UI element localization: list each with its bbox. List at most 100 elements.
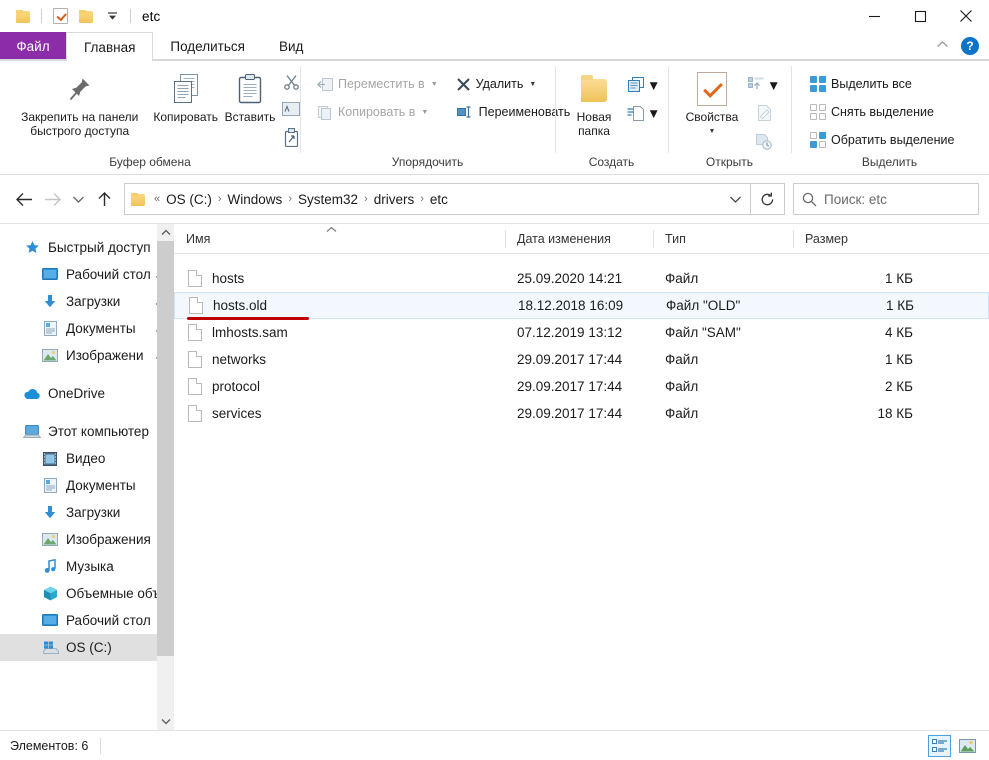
pin-to-quick-access-button[interactable]: Закрепить на панели быстрого доступа — [6, 67, 153, 138]
table-row[interactable]: networks 29.09.2017 17:44 Файл 1 КБ — [174, 346, 989, 373]
copy-path-button[interactable] — [282, 97, 300, 121]
open-with-button[interactable]: ▼ — [748, 73, 780, 97]
new-item-button[interactable]: ▼ — [627, 73, 660, 97]
paste-button[interactable]: Вставить — [218, 67, 282, 124]
tab-view[interactable]: Вид — [262, 32, 320, 60]
nav-scroll-up-icon[interactable] — [157, 224, 174, 241]
copy-to-button[interactable]: Копировать в ▼ — [312, 99, 443, 125]
qat-customize-dropdown-icon[interactable] — [99, 3, 125, 29]
close-button[interactable] — [943, 0, 989, 32]
tab-home[interactable]: Главная — [66, 32, 154, 61]
minimize-button[interactable] — [851, 0, 897, 32]
table-row[interactable]: hosts 25.09.2020 14:21 Файл 1 КБ — [174, 265, 989, 292]
recent-locations-button[interactable] — [66, 184, 90, 214]
move-to-caret-icon[interactable]: ▼ — [431, 81, 438, 88]
nav-item-pictures-pc[interactable]: Изображения — [0, 526, 174, 553]
delete-caret-icon[interactable]: ▼ — [529, 81, 536, 88]
tab-file[interactable]: Файл — [0, 32, 66, 60]
open-with-caret-icon[interactable]: ▼ — [767, 78, 780, 93]
new-item-caret-icon[interactable]: ▼ — [647, 78, 660, 93]
nav-item-onedrive[interactable]: OneDrive — [0, 380, 174, 407]
copy-to-caret-icon[interactable]: ▼ — [421, 109, 428, 116]
properties-button[interactable]: Свойства ▼ — [676, 67, 748, 139]
details-view-button[interactable] — [928, 734, 951, 757]
qat-properties-icon[interactable] — [47, 3, 73, 29]
nav-item-pictures-qa[interactable]: Изображени — [0, 342, 174, 369]
nav-item-desktop-qa[interactable]: Рабочий стол — [0, 261, 174, 288]
qat-folder-icon[interactable] — [10, 3, 36, 29]
nav-pane-scrollbar[interactable] — [157, 224, 174, 730]
table-row[interactable]: protocol 29.09.2017 17:44 Файл 2 КБ — [174, 373, 989, 400]
nav-scroll-down-icon[interactable] — [157, 713, 174, 730]
nav-item-desktop-pc[interactable]: Рабочий стол — [0, 607, 174, 634]
nav-item-3d-objects[interactable]: Объемные объе — [0, 580, 174, 607]
breadcrumb-dropdown-icon[interactable] — [722, 184, 748, 214]
column-header-type[interactable]: Тип — [653, 224, 793, 254]
up-button[interactable] — [90, 184, 118, 214]
breadcrumb-chevron-2-icon[interactable]: › — [362, 193, 370, 205]
invert-selection-icon — [810, 132, 826, 148]
breadcrumb-chevron-0-icon[interactable]: › — [216, 193, 224, 205]
column-header-date[interactable]: Дата изменения — [505, 224, 653, 254]
select-none-button[interactable]: Снять выделение — [805, 99, 959, 125]
nav-item-quick-access[interactable]: Быстрый доступ — [0, 234, 174, 261]
breadcrumb-overflow-icon[interactable]: « — [152, 193, 162, 205]
tab-share[interactable]: Поделиться — [153, 32, 262, 60]
large-icons-view-button[interactable] — [956, 735, 979, 757]
paste-shortcut-button[interactable] — [283, 125, 300, 149]
nav-item-documents-qa[interactable]: Документы — [0, 315, 174, 342]
table-row[interactable]: lmhosts.sam 07.12.2019 13:12 Файл "SAM" … — [174, 319, 989, 346]
nav-item-videos[interactable]: Видео — [0, 445, 174, 472]
nav-item-os-c[interactable]: OS (C:) — [0, 634, 174, 661]
nav-scroll-track[interactable] — [157, 241, 174, 713]
item-count-label: Элементов: 6 — [10, 738, 89, 753]
forward-button[interactable] — [38, 184, 66, 214]
create-small-icons: ▼ ▼ — [627, 67, 660, 125]
breadcrumb-chevron-3-icon[interactable]: › — [418, 193, 426, 205]
nav-item-downloads-qa[interactable]: Загрузки — [0, 288, 174, 315]
refresh-button[interactable] — [751, 183, 785, 215]
breadcrumb-item-etc[interactable]: etc — [426, 192, 452, 207]
breadcrumb-chevron-1-icon[interactable]: › — [286, 193, 294, 205]
easy-access-button[interactable]: ▼ — [627, 101, 660, 125]
move-to-button[interactable]: Переместить в ▼ — [312, 71, 443, 97]
breadcrumb-item-os-c[interactable]: OS (C:) — [162, 192, 216, 207]
nav-label-videos: Видео — [66, 451, 106, 466]
pin-label-line2: быстрого доступа — [30, 124, 130, 138]
group-title-open: Открыть — [705, 155, 754, 169]
nav-scroll-thumb[interactable] — [157, 241, 174, 657]
invert-selection-button[interactable]: Обратить выделение — [805, 127, 959, 153]
table-row[interactable]: hosts.old 18.12.2018 16:09 Файл "OLD" 1 … — [174, 292, 989, 320]
copy-to-label: Копировать в — [338, 105, 416, 119]
properties-caret-icon[interactable]: ▼ — [709, 125, 716, 139]
nav-item-documents-pc[interactable]: Документы — [0, 472, 174, 499]
cut-button[interactable] — [283, 69, 300, 93]
breadcrumb-item-drivers[interactable]: drivers — [370, 192, 419, 207]
nav-item-this-pc[interactable]: Этот компьютер — [0, 418, 174, 445]
back-button[interactable] — [10, 184, 38, 214]
nav-item-downloads-pc[interactable]: Загрузки — [0, 499, 174, 526]
collapse-ribbon-button[interactable] — [932, 40, 953, 52]
search-input[interactable]: Поиск: etc — [824, 192, 887, 207]
easy-access-caret-icon[interactable]: ▼ — [647, 106, 660, 121]
ribbon-tab-strip-right: ? — [932, 32, 989, 60]
qat-new-folder-icon[interactable] — [73, 3, 99, 29]
help-icon[interactable]: ? — [961, 37, 979, 55]
maximize-button[interactable] — [897, 0, 943, 32]
breadcrumb-item-windows[interactable]: Windows — [224, 192, 287, 207]
navigation-pane: Быстрый доступ Рабочий стол Загрузки Док… — [0, 224, 174, 730]
new-folder-button[interactable]: Новая папка — [561, 67, 627, 138]
search-box[interactable]: Поиск: etc — [793, 183, 979, 215]
file-icon — [189, 297, 203, 314]
copy-button[interactable]: Копировать — [153, 67, 218, 124]
column-header-size[interactable]: Размер — [793, 224, 903, 254]
select-all-button[interactable]: Выделить все — [805, 71, 959, 97]
qat-separator — [41, 9, 42, 23]
table-row[interactable]: services 29.09.2017 17:44 Файл 18 КБ — [174, 400, 989, 427]
file-type: Файл — [665, 406, 699, 421]
column-header-name[interactable]: Имя — [174, 224, 505, 254]
downloads-icon — [40, 294, 60, 309]
breadcrumb-bar[interactable]: « OS (C:) › Windows › System32 › drivers… — [124, 183, 751, 215]
breadcrumb-item-system32[interactable]: System32 — [294, 192, 362, 207]
nav-item-music[interactable]: Музыка — [0, 553, 174, 580]
